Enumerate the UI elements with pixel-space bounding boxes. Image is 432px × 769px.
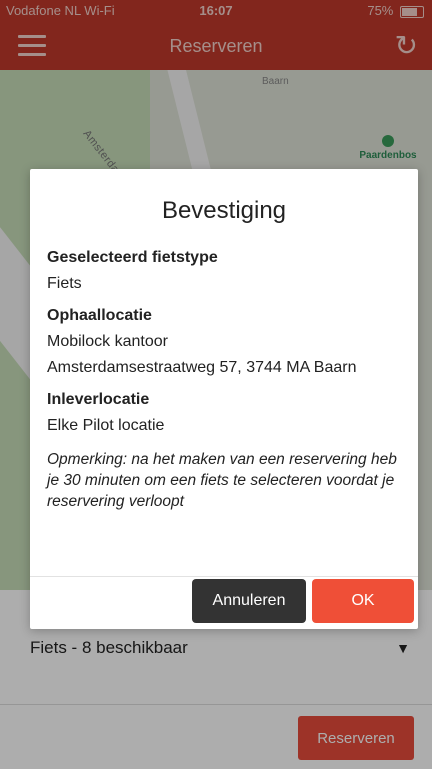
dialog-footer-divider bbox=[30, 576, 418, 577]
confirmation-dialog: Bevestiging Geselecteerd fietstype Fiets… bbox=[30, 169, 418, 629]
dropoff-heading: Inleverlocatie bbox=[47, 391, 150, 408]
dialog-body: Geselecteerd fietstype Fiets Ophaallocat… bbox=[47, 249, 404, 512]
dialog-title: Bevestiging bbox=[161, 197, 287, 224]
pickup-heading: Ophaallocatie bbox=[47, 307, 152, 324]
cancel-button[interactable]: Annuleren bbox=[192, 579, 306, 623]
pickup-name: Mobilock kantoor bbox=[47, 333, 168, 350]
pickup-address: Amsterdamsestraatweg 57, 3744 MA Baarn bbox=[47, 359, 357, 376]
bike-type-heading: Geselecteerd fietstype bbox=[47, 249, 218, 266]
ok-button[interactable]: OK bbox=[312, 579, 414, 623]
reservation-note: Opmerking: na het maken van een reserver… bbox=[47, 451, 397, 510]
dropoff-value: Elke Pilot locatie bbox=[47, 417, 165, 434]
bike-type-value: Fiets bbox=[47, 275, 82, 292]
